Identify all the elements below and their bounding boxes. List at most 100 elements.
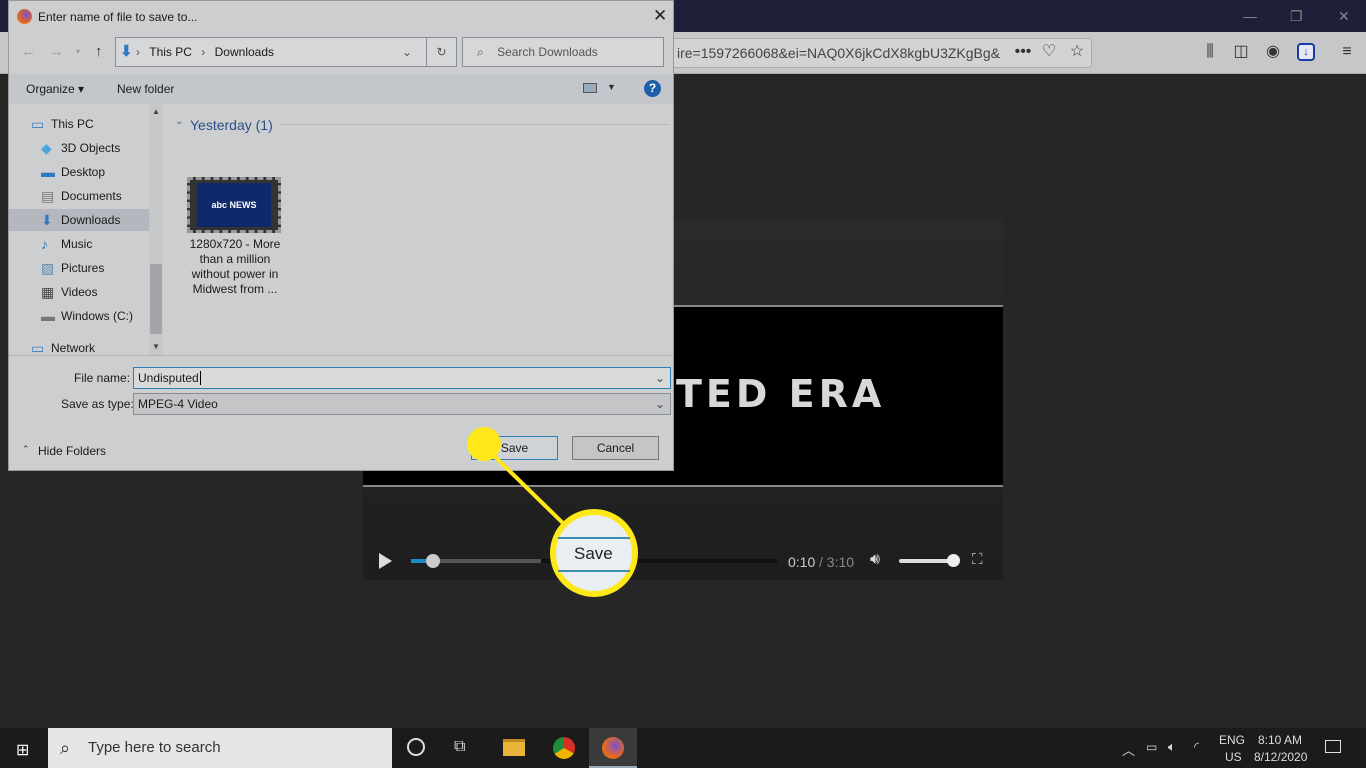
dialog-toolbar: Organize ▾ New folder ▼ ? <box>9 74 673 104</box>
fullscreen-icon[interactable]: ⛶ <box>972 551 983 568</box>
nav-item-desktop[interactable]: ▬ Desktop <box>9 161 149 183</box>
star-icon[interactable]: ☆ <box>1066 42 1088 62</box>
download-arrow-icon: ⬇ <box>120 43 133 60</box>
nav-item-windows-c[interactable]: ▬ Windows (C:) <box>9 305 149 327</box>
windows-start-icon[interactable]: ⊞ <box>16 740 29 760</box>
nav-item-label: Videos <box>61 285 98 299</box>
library-icon[interactable]: ⫼ <box>1199 42 1221 62</box>
search-icon: ⌕ <box>60 738 71 758</box>
video-title-text: TED ERA <box>676 372 886 416</box>
file-name-input[interactable]: Undisputed ⌄ <box>133 367 671 389</box>
volume-handle[interactable] <box>947 554 960 567</box>
computer-icon: ▭ <box>31 116 45 132</box>
organize-button[interactable]: Organize ▾ <box>26 82 84 96</box>
collapse-group-icon[interactable]: ⌄ <box>175 116 183 127</box>
save-type-label: Save as type: <box>61 397 134 411</box>
back-icon[interactable]: ← <box>21 43 36 60</box>
save-dialog: Enter name of file to save to... ✕ ← → ▾… <box>8 0 674 471</box>
nav-item-documents[interactable]: ▤ Documents <box>9 185 149 207</box>
file-name-label: 1280x720 - More than a million without p… <box>189 237 281 296</box>
nav-item-videos[interactable]: ▦ Videos <box>9 281 149 303</box>
battery-icon[interactable]: ▭ <box>1146 740 1157 754</box>
chevron-up-icon: ⌃ <box>22 444 30 454</box>
save-type-select[interactable]: MPEG-4 Video ⌄ <box>133 393 671 415</box>
nav-item-music[interactable]: ♪ Music <box>9 233 149 255</box>
file-name-label: File name: <box>74 371 131 385</box>
search-icon: ⌕ <box>477 45 484 59</box>
url-text: ire=1597266068&ei=NAQ0X6jkCdX8kgbU3ZKgBg… <box>677 45 1000 61</box>
firefox-taskbar-button[interactable] <box>589 728 637 768</box>
volume-slider[interactable] <box>899 554 960 567</box>
nav-item-this-pc[interactable]: ▭ This PC <box>9 113 149 135</box>
speaker-icon[interactable]: 🔈︎ <box>1168 739 1176 755</box>
sidebar-icon[interactable]: ◫ <box>1230 42 1252 62</box>
chrome-icon[interactable] <box>553 737 575 759</box>
language-indicator[interactable]: ENG <box>1219 733 1245 747</box>
chevron-down-icon[interactable]: ⌄ <box>655 368 665 388</box>
forward-icon[interactable]: → <box>49 43 64 60</box>
clock-time[interactable]: 8:10 AM <box>1258 733 1302 747</box>
file-name-value: Undisputed <box>138 371 199 385</box>
refresh-icon[interactable]: ↻ <box>426 38 456 66</box>
taskbar-search[interactable]: ⌕ Type here to search <box>48 728 392 768</box>
up-icon[interactable]: ↑ <box>95 43 103 60</box>
video-icon: ▦ <box>41 284 55 300</box>
clock-date[interactable]: 8/12/2020 <box>1254 750 1307 764</box>
video-controls: 0:10 / 3:10 🔊︎ ⛶ <box>363 541 1003 581</box>
nav-item-label: Pictures <box>61 261 105 275</box>
cube-icon: ◆ <box>41 140 52 156</box>
picture-icon: ▨ <box>41 260 55 276</box>
cortana-icon[interactable] <box>407 738 425 756</box>
wifi-icon[interactable]: ◜ <box>1194 739 1199 755</box>
breadcrumb-this-pc[interactable]: This PC <box>149 45 192 59</box>
chevron-down-icon[interactable]: ⌄ <box>402 38 412 66</box>
nav-item-downloads[interactable]: ⬇ Downloads <box>9 209 149 231</box>
recent-dropdown-icon[interactable]: ▾ <box>76 47 80 56</box>
nav-item-label: This PC <box>51 117 94 131</box>
nav-item-3d-objects[interactable]: ◆ 3D Objects <box>9 137 149 159</box>
network-icon: ▭ <box>31 340 45 356</box>
help-icon[interactable]: ? <box>644 80 661 97</box>
group-header[interactable]: Yesterday (1) <box>190 117 273 133</box>
restore-icon[interactable]: ❐ <box>1290 8 1303 25</box>
close-window-icon[interactable]: ✕ <box>1338 8 1350 25</box>
nav-scrollbar[interactable]: ▲ ▼ <box>149 104 163 356</box>
new-folder-button[interactable]: New folder <box>117 82 174 96</box>
search-input[interactable]: ⌕ Search Downloads <box>462 37 664 67</box>
address-bar[interactable]: ⬇ › This PC › Downloads ⌄ ↻ <box>115 37 457 67</box>
download-icon[interactable]: ↓ <box>1297 43 1315 61</box>
chevron-down-icon[interactable]: ⌄ <box>655 394 665 414</box>
firefox-icon <box>17 9 32 24</box>
nav-item-label: Windows (C:) <box>61 309 134 323</box>
breadcrumb-downloads[interactable]: Downloads <box>215 45 274 59</box>
file-item[interactable]: abc NEWS 1280x720 - More than a million … <box>179 173 291 303</box>
view-dropdown-icon[interactable]: ▼ <box>607 82 616 92</box>
search-placeholder: Search Downloads <box>497 45 598 59</box>
desktop-icon: ▬ <box>41 164 55 180</box>
nav-item-label: Desktop <box>61 165 106 179</box>
close-icon[interactable]: ✕ <box>653 6 667 26</box>
save-button[interactable]: Save <box>471 436 558 460</box>
nav-item-pictures[interactable]: ▨ Pictures <box>9 257 149 279</box>
hide-folders-button[interactable]: Hide Folders <box>38 444 106 458</box>
account-icon[interactable]: ◉ <box>1262 42 1284 62</box>
more-icon[interactable]: ••• <box>1012 42 1034 62</box>
nav-item-label: Network <box>51 341 96 355</box>
callout-label: Save <box>574 544 613 563</box>
dialog-title: Enter name of file to save to... <box>38 10 198 24</box>
minimize-icon[interactable]: — <box>1243 8 1257 24</box>
region-indicator[interactable]: US <box>1225 750 1242 764</box>
nav-item-label: Downloads <box>61 213 121 227</box>
task-view-icon[interactable]: ⧉ <box>454 738 465 756</box>
document-icon: ▤ <box>41 188 55 204</box>
seek-handle[interactable] <box>426 554 441 568</box>
cancel-button[interactable]: Cancel <box>572 436 659 460</box>
volume-icon[interactable]: 🔊︎ <box>870 551 880 569</box>
menu-icon[interactable]: ≡ <box>1336 42 1358 62</box>
play-icon[interactable] <box>379 553 392 569</box>
file-explorer-icon[interactable] <box>503 739 525 756</box>
view-icon[interactable] <box>583 83 597 93</box>
notifications-icon[interactable] <box>1325 740 1341 753</box>
pocket-icon[interactable]: ♡ <box>1038 42 1060 62</box>
show-hidden-icons[interactable]: ︿ <box>1122 740 1135 759</box>
